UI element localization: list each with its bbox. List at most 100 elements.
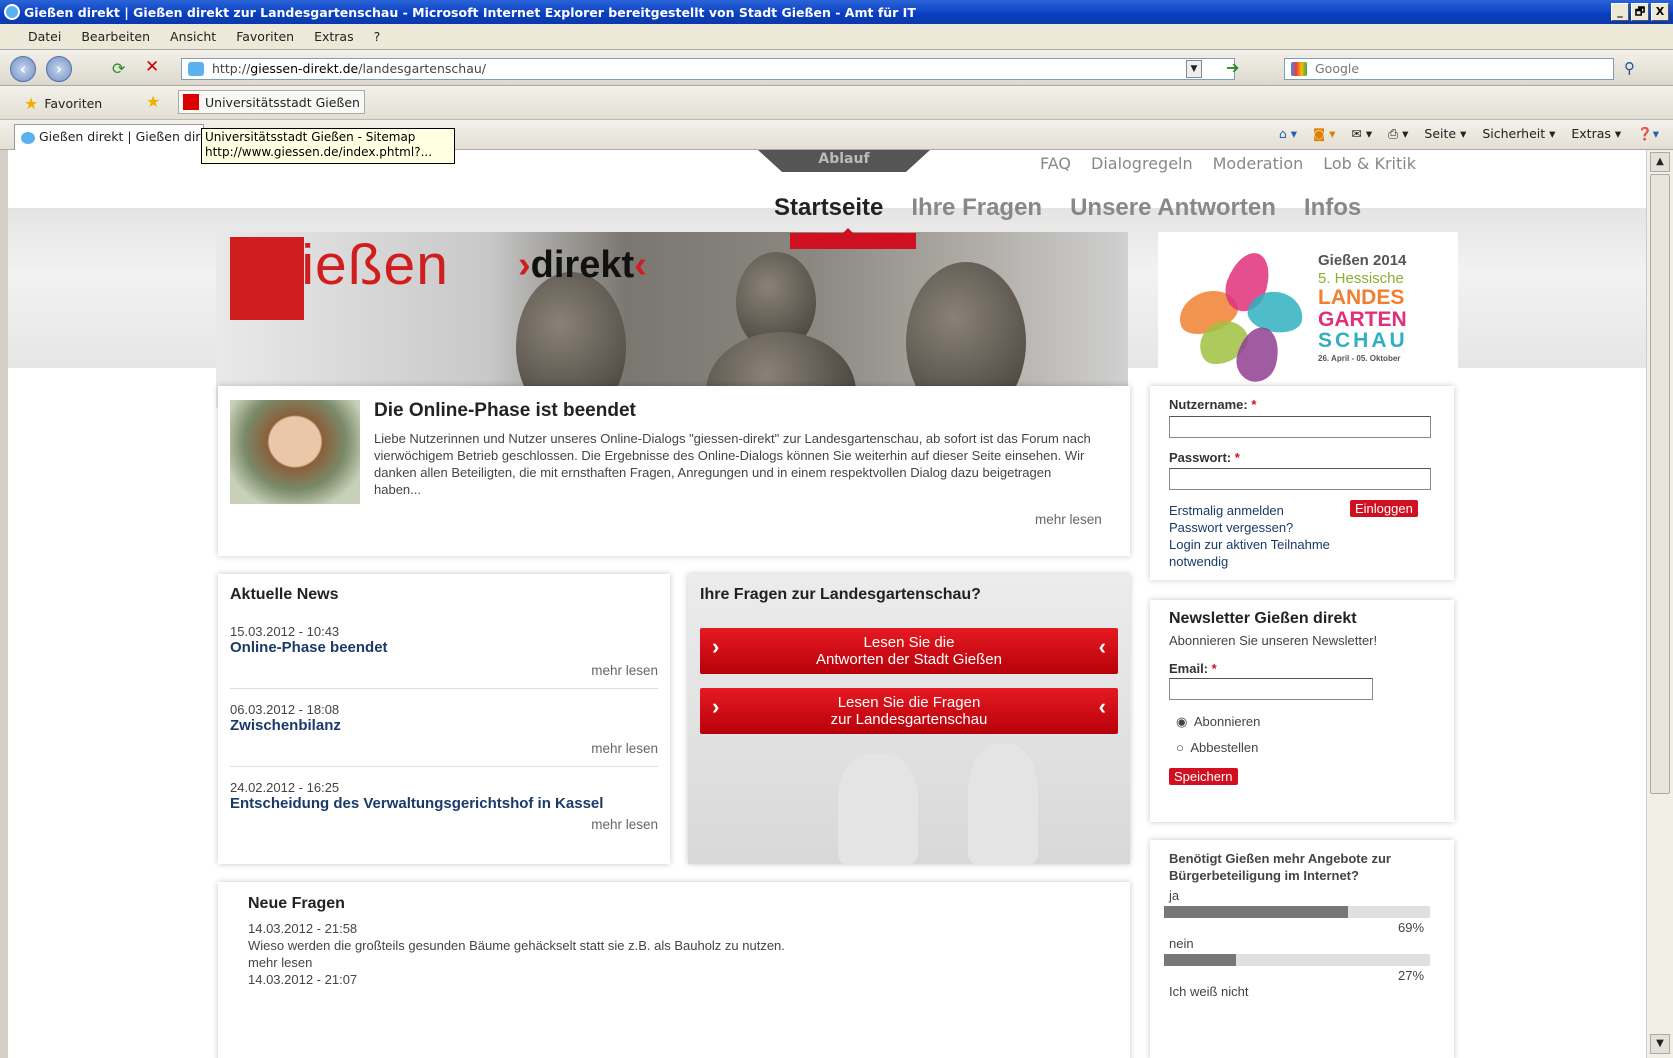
register-link[interactable]: Erstmalig anmelden bbox=[1169, 502, 1284, 519]
ie-icon bbox=[4, 4, 20, 20]
tab-giessen-direkt[interactable]: Gießen direkt | Gießen direkt zur Landes… bbox=[14, 124, 204, 150]
link-moderation[interactable]: Moderation bbox=[1213, 154, 1304, 173]
email-label: Email: * bbox=[1169, 661, 1217, 676]
news-more-link[interactable]: mehr lesen bbox=[230, 817, 658, 832]
minimize-button[interactable]: _ bbox=[1611, 3, 1629, 21]
vertical-scrollbar[interactable]: ▲ ▼ bbox=[1646, 150, 1673, 1058]
poll-bar-fill bbox=[1164, 906, 1348, 918]
landesgartenschau-logo[interactable]: Gießen 2014 5. Hessische LANDES GARTEN S… bbox=[1158, 232, 1458, 408]
menu-ansicht[interactable]: Ansicht bbox=[170, 29, 216, 44]
link-faq[interactable]: FAQ bbox=[1040, 154, 1071, 173]
poll-bar bbox=[1164, 906, 1430, 918]
link-dialogregeln[interactable]: Dialogregeln bbox=[1091, 154, 1193, 173]
tab-ie-icon bbox=[21, 131, 35, 144]
fragen-title: Ihre Fragen zur Landesgartenschau? bbox=[700, 586, 981, 603]
menubar: Datei Bearbeiten Ansicht Favoriten Extra… bbox=[0, 24, 1673, 50]
news-more-link[interactable]: mehr lesen bbox=[230, 741, 658, 756]
news-item: 15.03.2012 - 10:43 Online-Phase beendet … bbox=[230, 624, 658, 689]
question-date: 14.03.2012 - 21:07 bbox=[248, 972, 358, 987]
chevron-left-icon: ‹ bbox=[1098, 694, 1106, 719]
radio-unchecked-icon: ○ bbox=[1176, 740, 1184, 755]
address-input[interactable]: http://giessen-direkt.de/landesgartensch… bbox=[181, 58, 1235, 80]
nav-ihre-fragen[interactable]: Ihre Fragen bbox=[911, 194, 1042, 222]
news-item-title[interactable]: Online-Phase beendet bbox=[230, 639, 658, 657]
news-item-title[interactable]: Entscheidung des Verwaltungsgerichtshof … bbox=[230, 795, 658, 813]
logo-direkt: ›direkt‹ bbox=[518, 244, 647, 286]
news-more-link[interactable]: mehr lesen bbox=[230, 663, 658, 678]
menu-favoriten[interactable]: Favoriten bbox=[236, 29, 294, 44]
neue-fragen-title: Neue Fragen bbox=[248, 895, 345, 912]
password-label: Passwort: * bbox=[1169, 450, 1240, 465]
stop-icon[interactable]: ✕ bbox=[145, 57, 159, 77]
menu-datei[interactable]: Datei bbox=[28, 29, 61, 44]
login-hint: Login zur aktiven Teilnahme notwendig bbox=[1169, 537, 1330, 569]
back-icon[interactable]: ‹ bbox=[10, 56, 36, 82]
menu-extras-cmd[interactable]: Extras ▾ bbox=[1571, 126, 1621, 142]
menu-extras[interactable]: Extras bbox=[314, 29, 354, 44]
ablauf-tab[interactable]: Ablauf bbox=[758, 150, 930, 172]
forward-icon[interactable]: › bbox=[46, 56, 72, 82]
search-icon[interactable]: ⚲ bbox=[1624, 59, 1635, 77]
print-icon[interactable]: ⎙ ▾ bbox=[1388, 126, 1408, 142]
read-answers-button[interactable]: › Lesen Sie die Antworten der Stadt Gieß… bbox=[700, 628, 1118, 674]
main-nav: Startseite Ihre Fragen Unsere Antworten … bbox=[774, 194, 1361, 222]
news-item: 24.02.2012 - 16:25 Entscheidung des Verw… bbox=[230, 780, 658, 832]
menu-seite[interactable]: Seite ▾ bbox=[1424, 126, 1466, 142]
scroll-down-icon[interactable]: ▼ bbox=[1650, 1034, 1670, 1054]
online-phase-title: Die Online-Phase ist beendet bbox=[374, 400, 636, 421]
home-icon[interactable]: ⌂ ▾ bbox=[1279, 126, 1297, 142]
command-bar: ⌂ ▾ ◙ ▾ ✉ ▾ ⎙ ▾ Seite ▾ Sicherheit ▾ Ext… bbox=[1279, 126, 1659, 142]
help-icon[interactable]: ❓▾ bbox=[1637, 126, 1659, 142]
question-text[interactable]: Wieso werden die großteils gesunden Bäum… bbox=[248, 937, 1118, 954]
nav-active-indicator bbox=[790, 233, 916, 249]
news-item-title[interactable]: Zwischenbilanz bbox=[230, 717, 658, 735]
go-icon[interactable]: ➔ bbox=[1226, 58, 1239, 77]
save-button[interactable]: Speichern bbox=[1169, 768, 1238, 785]
poll-option-label: ja bbox=[1169, 888, 1180, 903]
menu-help[interactable]: ? bbox=[374, 29, 381, 44]
nav-infos[interactable]: Infos bbox=[1304, 194, 1361, 222]
question-more-link[interactable]: mehr lesen bbox=[248, 954, 1118, 971]
google-icon bbox=[1291, 62, 1307, 76]
poll-percent: 27% bbox=[1398, 968, 1425, 983]
window-titlebar: Gießen direkt | Gießen direkt zur Landes… bbox=[0, 0, 1673, 24]
radio-subscribe[interactable]: ◉ Abonnieren bbox=[1176, 714, 1260, 730]
online-phase-text: Liebe Nutzerinnen und Nutzer unseres Onl… bbox=[374, 431, 1091, 497]
nav-startseite[interactable]: Startseite bbox=[774, 194, 883, 222]
search-input[interactable]: Google bbox=[1284, 58, 1614, 80]
favorite-link-giessen[interactable]: Universitätsstadt Gießen bbox=[178, 90, 365, 114]
window-title: Gießen direkt | Gießen direkt zur Landes… bbox=[24, 4, 916, 20]
radio-checked-icon: ◉ bbox=[1176, 714, 1188, 729]
address-toolbar: ‹ › ⟳ ✕ http://giessen-direkt.de/landesg… bbox=[0, 50, 1673, 86]
online-phase-more-link[interactable]: mehr lesen bbox=[1035, 512, 1102, 527]
menu-sicherheit[interactable]: Sicherheit ▾ bbox=[1482, 126, 1555, 142]
password-input[interactable] bbox=[1169, 468, 1431, 490]
top-links: FAQ Dialogregeln Moderation Lob & Kritik bbox=[1040, 154, 1416, 173]
link-lob-kritik[interactable]: Lob & Kritik bbox=[1323, 154, 1416, 173]
logo-giessen: Gießen bbox=[256, 233, 449, 297]
add-favorite-icon[interactable]: ★ bbox=[146, 92, 160, 111]
scroll-up-icon[interactable]: ▲ bbox=[1650, 152, 1670, 172]
feeds-icon[interactable]: ◙ ▾ bbox=[1313, 126, 1335, 142]
address-dropdown-icon[interactable]: ▼ bbox=[1186, 60, 1202, 78]
username-input[interactable] bbox=[1169, 416, 1431, 438]
close-button[interactable]: X bbox=[1651, 3, 1669, 21]
mail-icon[interactable]: ✉ ▾ bbox=[1351, 126, 1372, 142]
newsletter-title: Newsletter Gießen direkt bbox=[1169, 610, 1357, 627]
chevron-right-icon: › bbox=[712, 634, 720, 659]
restore-button[interactable]: 🗗 bbox=[1631, 3, 1649, 21]
radio-unsubscribe[interactable]: ○ Abbestellen bbox=[1176, 740, 1258, 755]
read-questions-button[interactable]: › Lesen Sie die Fragen zur Landesgartens… bbox=[700, 688, 1118, 734]
refresh-icon[interactable]: ⟳ bbox=[112, 59, 125, 78]
favorites-button[interactable]: ★ Favoriten bbox=[24, 94, 102, 113]
giessen-favicon bbox=[183, 94, 199, 110]
login-button[interactable]: Einloggen bbox=[1350, 500, 1418, 517]
menu-bearbeiten[interactable]: Bearbeiten bbox=[81, 29, 150, 44]
mayor-photo bbox=[230, 400, 360, 504]
nav-unsere-antworten[interactable]: Unsere Antworten bbox=[1070, 194, 1276, 222]
email-input[interactable] bbox=[1169, 678, 1373, 700]
poll-option-label: Ich weiß nicht bbox=[1169, 984, 1249, 999]
scroll-thumb[interactable] bbox=[1650, 174, 1670, 794]
forgot-password-link[interactable]: Passwort vergessen? bbox=[1169, 519, 1293, 536]
news-title: Aktuelle News bbox=[230, 586, 339, 603]
